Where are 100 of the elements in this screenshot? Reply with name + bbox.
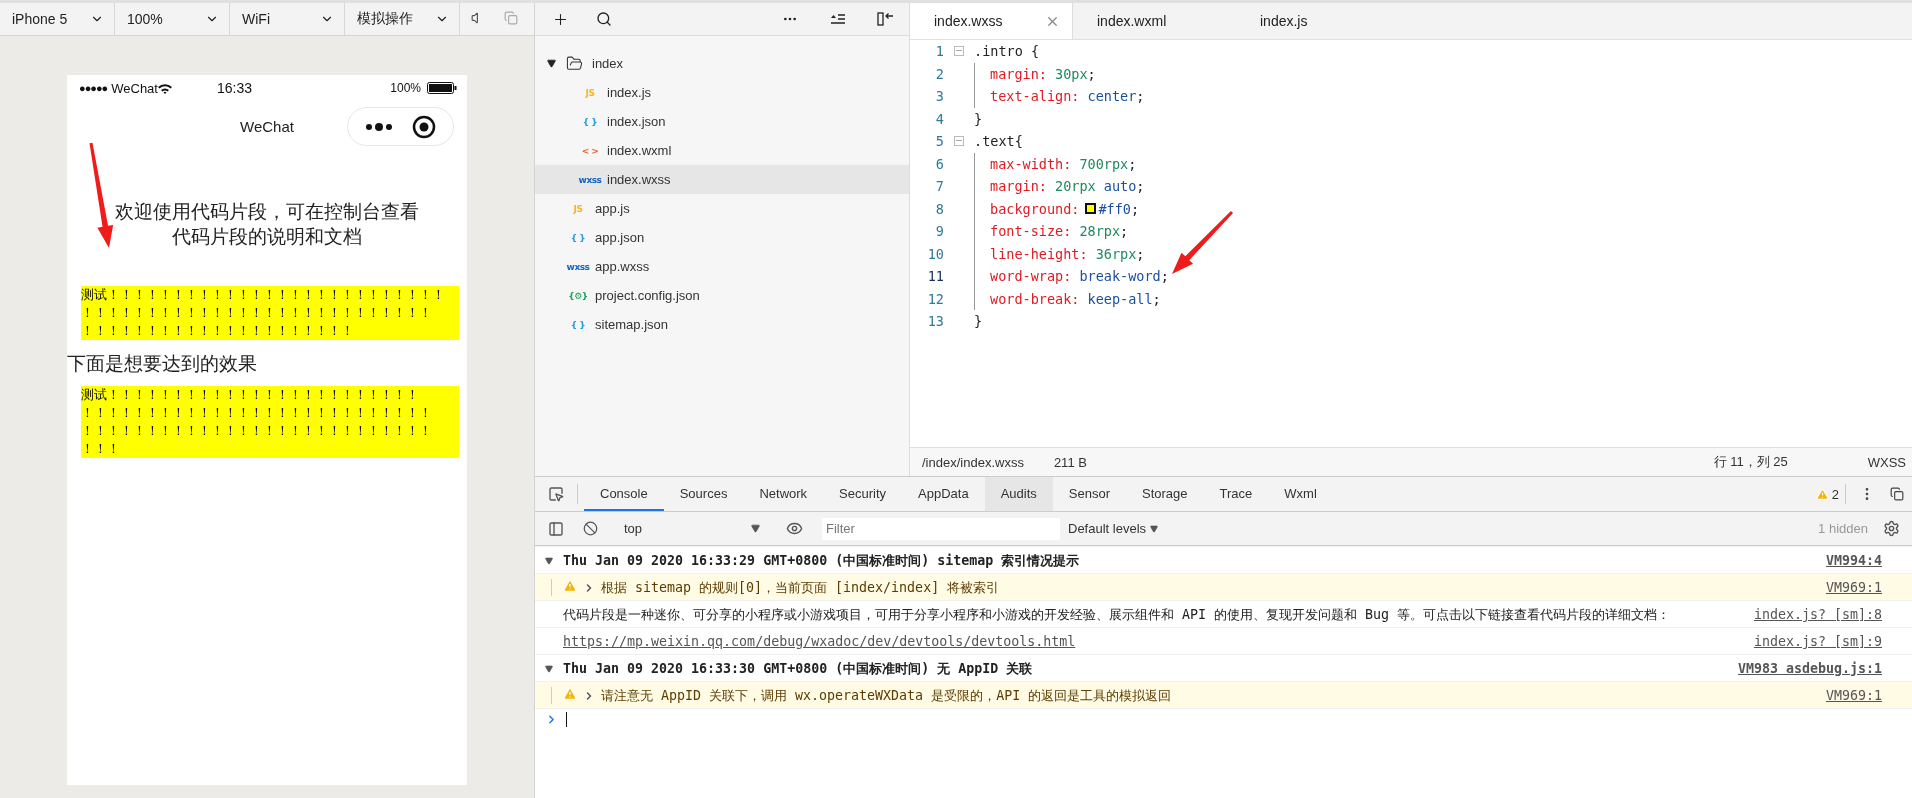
battery-icon [427, 82, 457, 94]
line-number: 5 [934, 133, 944, 150]
expand-arrow-icon[interactable] [545, 664, 553, 673]
line-number: 4 [934, 110, 944, 127]
file-size: 211 B [1053, 454, 1087, 470]
battery-percent: 100% [390, 81, 421, 95]
warning-icon [1815, 487, 1829, 501]
file-tree-item[interactable]: index [535, 49, 909, 78]
settings-icon[interactable] [1882, 520, 1900, 537]
file-tree-item[interactable]: { } index.json [535, 107, 909, 136]
line-number: 13 [926, 313, 944, 330]
code-line: .text{ [974, 132, 1023, 152]
editor-tab[interactable]: index.wxss [910, 3, 1073, 39]
log-levels-dropdown[interactable]: Default levels [1068, 521, 1159, 536]
sample-text-block: 测试！！！！！！！！！！！！！！！！！！！！！！！！！！ ！！！！！！！！！！！！！！！！！！！！！！！！！！！ ！！！！！！！！！！！！！！！！！！！！！ [81, 286, 459, 340]
line-number: 10 [926, 245, 944, 262]
code-line: word-wrap: break-word; [974, 265, 1169, 288]
code-line: background: #ff0; [974, 197, 1140, 220]
context-select[interactable]: top [618, 521, 766, 536]
file-type-icon: { } [578, 116, 602, 127]
source-link[interactable]: index.js? [sm]:9 [1753, 633, 1882, 650]
wifi-icon [157, 82, 172, 94]
devtools-tab[interactable]: AppData [902, 477, 985, 511]
more-icon[interactable] [365, 121, 394, 132]
line-number: 3 [934, 88, 944, 105]
code-line: line-height: 36rpx; [974, 242, 1145, 265]
dropdown-arrow-icon [1150, 524, 1159, 533]
file-tree-item[interactable]: { } sitemap.json [535, 310, 909, 339]
code-line: margin: 30px; [974, 62, 1096, 85]
dropdown-arrow-icon [751, 524, 760, 533]
file-type-icon: wxss [578, 174, 602, 185]
warning-icon [563, 687, 577, 701]
color-swatch[interactable] [1085, 203, 1097, 215]
file-type-icon: JS [578, 87, 602, 98]
file-type-icon: JS [566, 203, 590, 214]
devtools-tab[interactable]: Wxml [1268, 477, 1333, 511]
expand-arrow-icon [547, 59, 556, 68]
line-number: 8 [934, 200, 944, 217]
file-tree-item[interactable]: { } app.json [535, 223, 909, 252]
source-link[interactable]: VM983 asdebug.js:1 [1737, 660, 1882, 677]
simulator-dropdown[interactable]: 模拟操作 [345, 3, 460, 35]
collapse-list-icon[interactable] [830, 13, 846, 25]
docs-link[interactable]: https://mp.weixin.qq.com/debug/wxadoc/dev/devtools/devtools.html [563, 633, 1740, 650]
sidebar-toggle-icon[interactable] [548, 520, 564, 537]
line-number: 9 [934, 223, 944, 240]
signal-dots: ●●●●● [79, 82, 108, 94]
code-line: } [974, 312, 983, 332]
line-number: 6 [934, 155, 944, 172]
expected-text-block: 测试！！！！！！！！！！！！！！！！！！！！！！！！ ！！！！！！！！！！！！！！！！！！！！！！！！！！！ ！！！！！！！！！！！！！！！！！！！！！！！！！！！ ！！！ [81, 386, 459, 458]
simulator-dropdown[interactable]: iPhone 5 [0, 3, 115, 35]
inspect-icon[interactable] [548, 486, 564, 502]
file-tree-item[interactable]: {⚙} project.config.json [535, 281, 909, 310]
source-link[interactable]: index.js? [sm]:8 [1753, 606, 1882, 623]
line-number: 11 [926, 268, 944, 285]
collapse-panel-icon[interactable] [877, 11, 895, 27]
devtools-tab[interactable]: Sensor [1052, 477, 1126, 511]
code-line: margin: 20rpx auto; [974, 175, 1145, 198]
expand-arrow-icon[interactable] [545, 556, 553, 565]
file-tree-item[interactable]: < > index.wxml [535, 136, 909, 165]
file-type-icon: < > [578, 145, 602, 156]
code-line: text-align: center; [974, 85, 1145, 108]
file-tree-item[interactable]: JS app.js [535, 194, 909, 223]
clear-console-icon[interactable] [582, 521, 598, 536]
line-number: 1 [934, 43, 944, 60]
code-line: word-break: keep-all; [974, 287, 1161, 310]
console-message: 请注意无 AppID 关联下，调用 wx.operateWXData 是受限的，API 的返回是工具的模拟返回 [601, 687, 1173, 704]
file-path: /index/index.wxss [922, 454, 1024, 470]
file-type-icon: { } [566, 232, 590, 243]
devtools-tab[interactable]: Network [743, 477, 824, 511]
line-number: 2 [934, 65, 944, 82]
file-tree-item[interactable]: wxss app.wxss [535, 252, 909, 281]
close-target-icon[interactable] [411, 114, 436, 139]
code-line: } [974, 109, 983, 129]
file-tree-item[interactable]: JS index.js [535, 78, 909, 107]
file-tree-item[interactable]: wxss index.wxss [535, 165, 909, 194]
cursor-position: 行 11，列 25 [1713, 453, 1788, 471]
editor-tab[interactable]: index.js [1236, 3, 1399, 39]
devtools-tab[interactable]: Trace [1203, 477, 1269, 511]
devtools-tab[interactable]: Audits [984, 477, 1053, 511]
editor-tab[interactable]: index.wxml [1073, 3, 1236, 39]
simulator-dropdown[interactable]: 100% [115, 3, 230, 35]
warning-icon [563, 579, 577, 593]
code-line: font-size: 28rpx; [974, 220, 1129, 243]
eye-icon[interactable] [785, 520, 803, 537]
code-line: max-width: 700rpx; [974, 152, 1137, 175]
devtools-tab[interactable]: Security [823, 477, 903, 511]
devtools-tab[interactable]: Storage [1126, 477, 1204, 511]
source-link[interactable]: VM969:1 [1825, 687, 1882, 704]
nav-title: WeChat [240, 117, 294, 135]
devtools-tab[interactable]: Sources [663, 477, 744, 511]
line-number: 12 [926, 290, 944, 307]
source-link[interactable]: VM994:4 [1825, 552, 1882, 569]
simulator-dropdown[interactable]: WiFi [230, 3, 345, 35]
undock-icon[interactable] [1890, 487, 1904, 501]
filter-field[interactable]: Filter [822, 517, 1060, 540]
source-link[interactable]: VM969:1 [1825, 579, 1882, 596]
file-type-icon: {⚙} [566, 290, 590, 301]
warning-count[interactable]: 2 [1815, 477, 1839, 511]
language-mode: WXSS [1867, 454, 1906, 470]
search-icon[interactable] [596, 11, 612, 27]
